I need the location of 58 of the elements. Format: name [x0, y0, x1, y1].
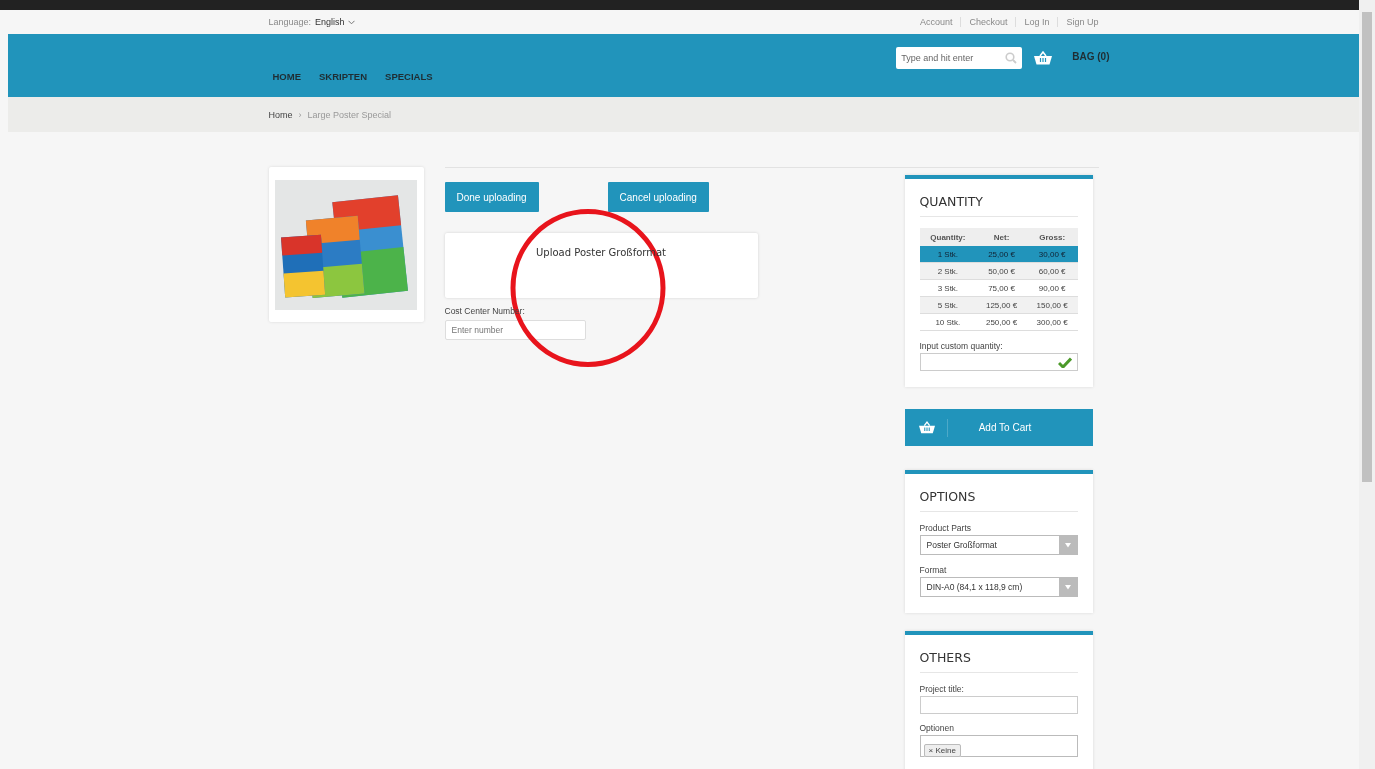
chevron-icon: [347, 19, 355, 25]
options-multiselect[interactable]: × Keine: [919, 735, 1078, 757]
language-label: Language:: [268, 17, 312, 27]
bag-link[interactable]: BAG (0): [1072, 51, 1110, 62]
field-label: Product Parts: [919, 523, 972, 533]
table-cell: 90,00 €: [1026, 279, 1078, 297]
custom-quantity-field[interactable]: [919, 353, 1078, 371]
price-row[interactable]: 1 Stk. 25,00 € 30,00 €: [919, 246, 1078, 263]
table-cell: 30,00 €: [1026, 246, 1078, 263]
nav-link[interactable]: SKRIPTEN: [319, 71, 368, 82]
top-link[interactable]: Checkout: [960, 17, 1016, 27]
cost-center-field[interactable]: Enter number: [444, 320, 586, 340]
select-dropdown[interactable]: Poster Großformat: [919, 535, 1078, 555]
breadcrumb-separator: ›: [298, 109, 302, 120]
price-row[interactable]: 10 Stk. 250,00 € 300,00 €: [919, 313, 1078, 331]
upload-button[interactable]: Cancel uploading: [607, 182, 709, 212]
field-label: Optionen: [919, 723, 955, 733]
basket-icon[interactable]: [1034, 51, 1053, 65]
card-title: OPTIONS: [919, 474, 1078, 512]
top-link[interactable]: Sign Up: [1057, 17, 1099, 27]
search-icon: [1005, 52, 1018, 64]
table-cell: 75,00 €: [976, 279, 1027, 297]
checkmark-icon[interactable]: [1057, 357, 1072, 368]
project-title-field[interactable]: [919, 696, 1078, 714]
card-title: QUANTITY: [919, 179, 1078, 217]
table-cell: 25,00 €: [976, 246, 1027, 263]
price-row[interactable]: 5 Stk. 125,00 € 150,00 €: [919, 296, 1078, 314]
table-cell: 250,00 €: [976, 313, 1027, 331]
breadcrumb-link[interactable]: Home: [268, 109, 293, 120]
table-cell: 1 Stk.: [919, 246, 977, 263]
card-title: OTHERS: [919, 635, 1078, 673]
table-header: Quantity:: [919, 228, 977, 246]
nav-link[interactable]: HOME: [272, 71, 301, 82]
upload-button[interactable]: Done uploading: [444, 182, 539, 212]
breadcrumb-current[interactable]: Large Poster Special: [307, 109, 392, 120]
table-cell: 10 Stk.: [919, 313, 977, 331]
field-label: Project title:: [919, 684, 965, 694]
dropdown-arrow-icon: [1064, 584, 1071, 590]
table-cell: 300,00 €: [1026, 313, 1078, 331]
custom-quantity-label: Input custom quantity:: [919, 341, 1004, 351]
price-row[interactable]: 3 Stk. 75,00 € 90,00 €: [919, 279, 1078, 297]
dropdown-arrow-icon: [1064, 542, 1071, 548]
table-header: Gross:: [1026, 228, 1078, 246]
table-header: Net:: [976, 228, 1027, 246]
basket-icon: [918, 421, 935, 434]
add-to-cart-button[interactable]: Add To Cart: [904, 409, 1093, 446]
nav-link[interactable]: SPECIALS: [385, 71, 433, 82]
top-link[interactable]: Account: [911, 17, 961, 27]
top-link[interactable]: Log In: [1015, 17, 1058, 27]
language-dropdown[interactable]: English: [315, 17, 355, 27]
scrollbar-thumb[interactable]: [1362, 12, 1372, 482]
price-row[interactable]: 2 Stk. 50,00 € 60,00 €: [919, 262, 1078, 280]
scrollbar[interactable]: [1359, 0, 1375, 769]
search-field[interactable]: Type and hit enter: [896, 47, 1023, 69]
select-dropdown[interactable]: DIN-A0 (84,1 x 118,9 cm): [919, 577, 1078, 597]
table-cell: 3 Stk.: [919, 279, 977, 297]
field-label: Format: [919, 565, 948, 575]
option-tag[interactable]: × Keine: [923, 744, 961, 757]
